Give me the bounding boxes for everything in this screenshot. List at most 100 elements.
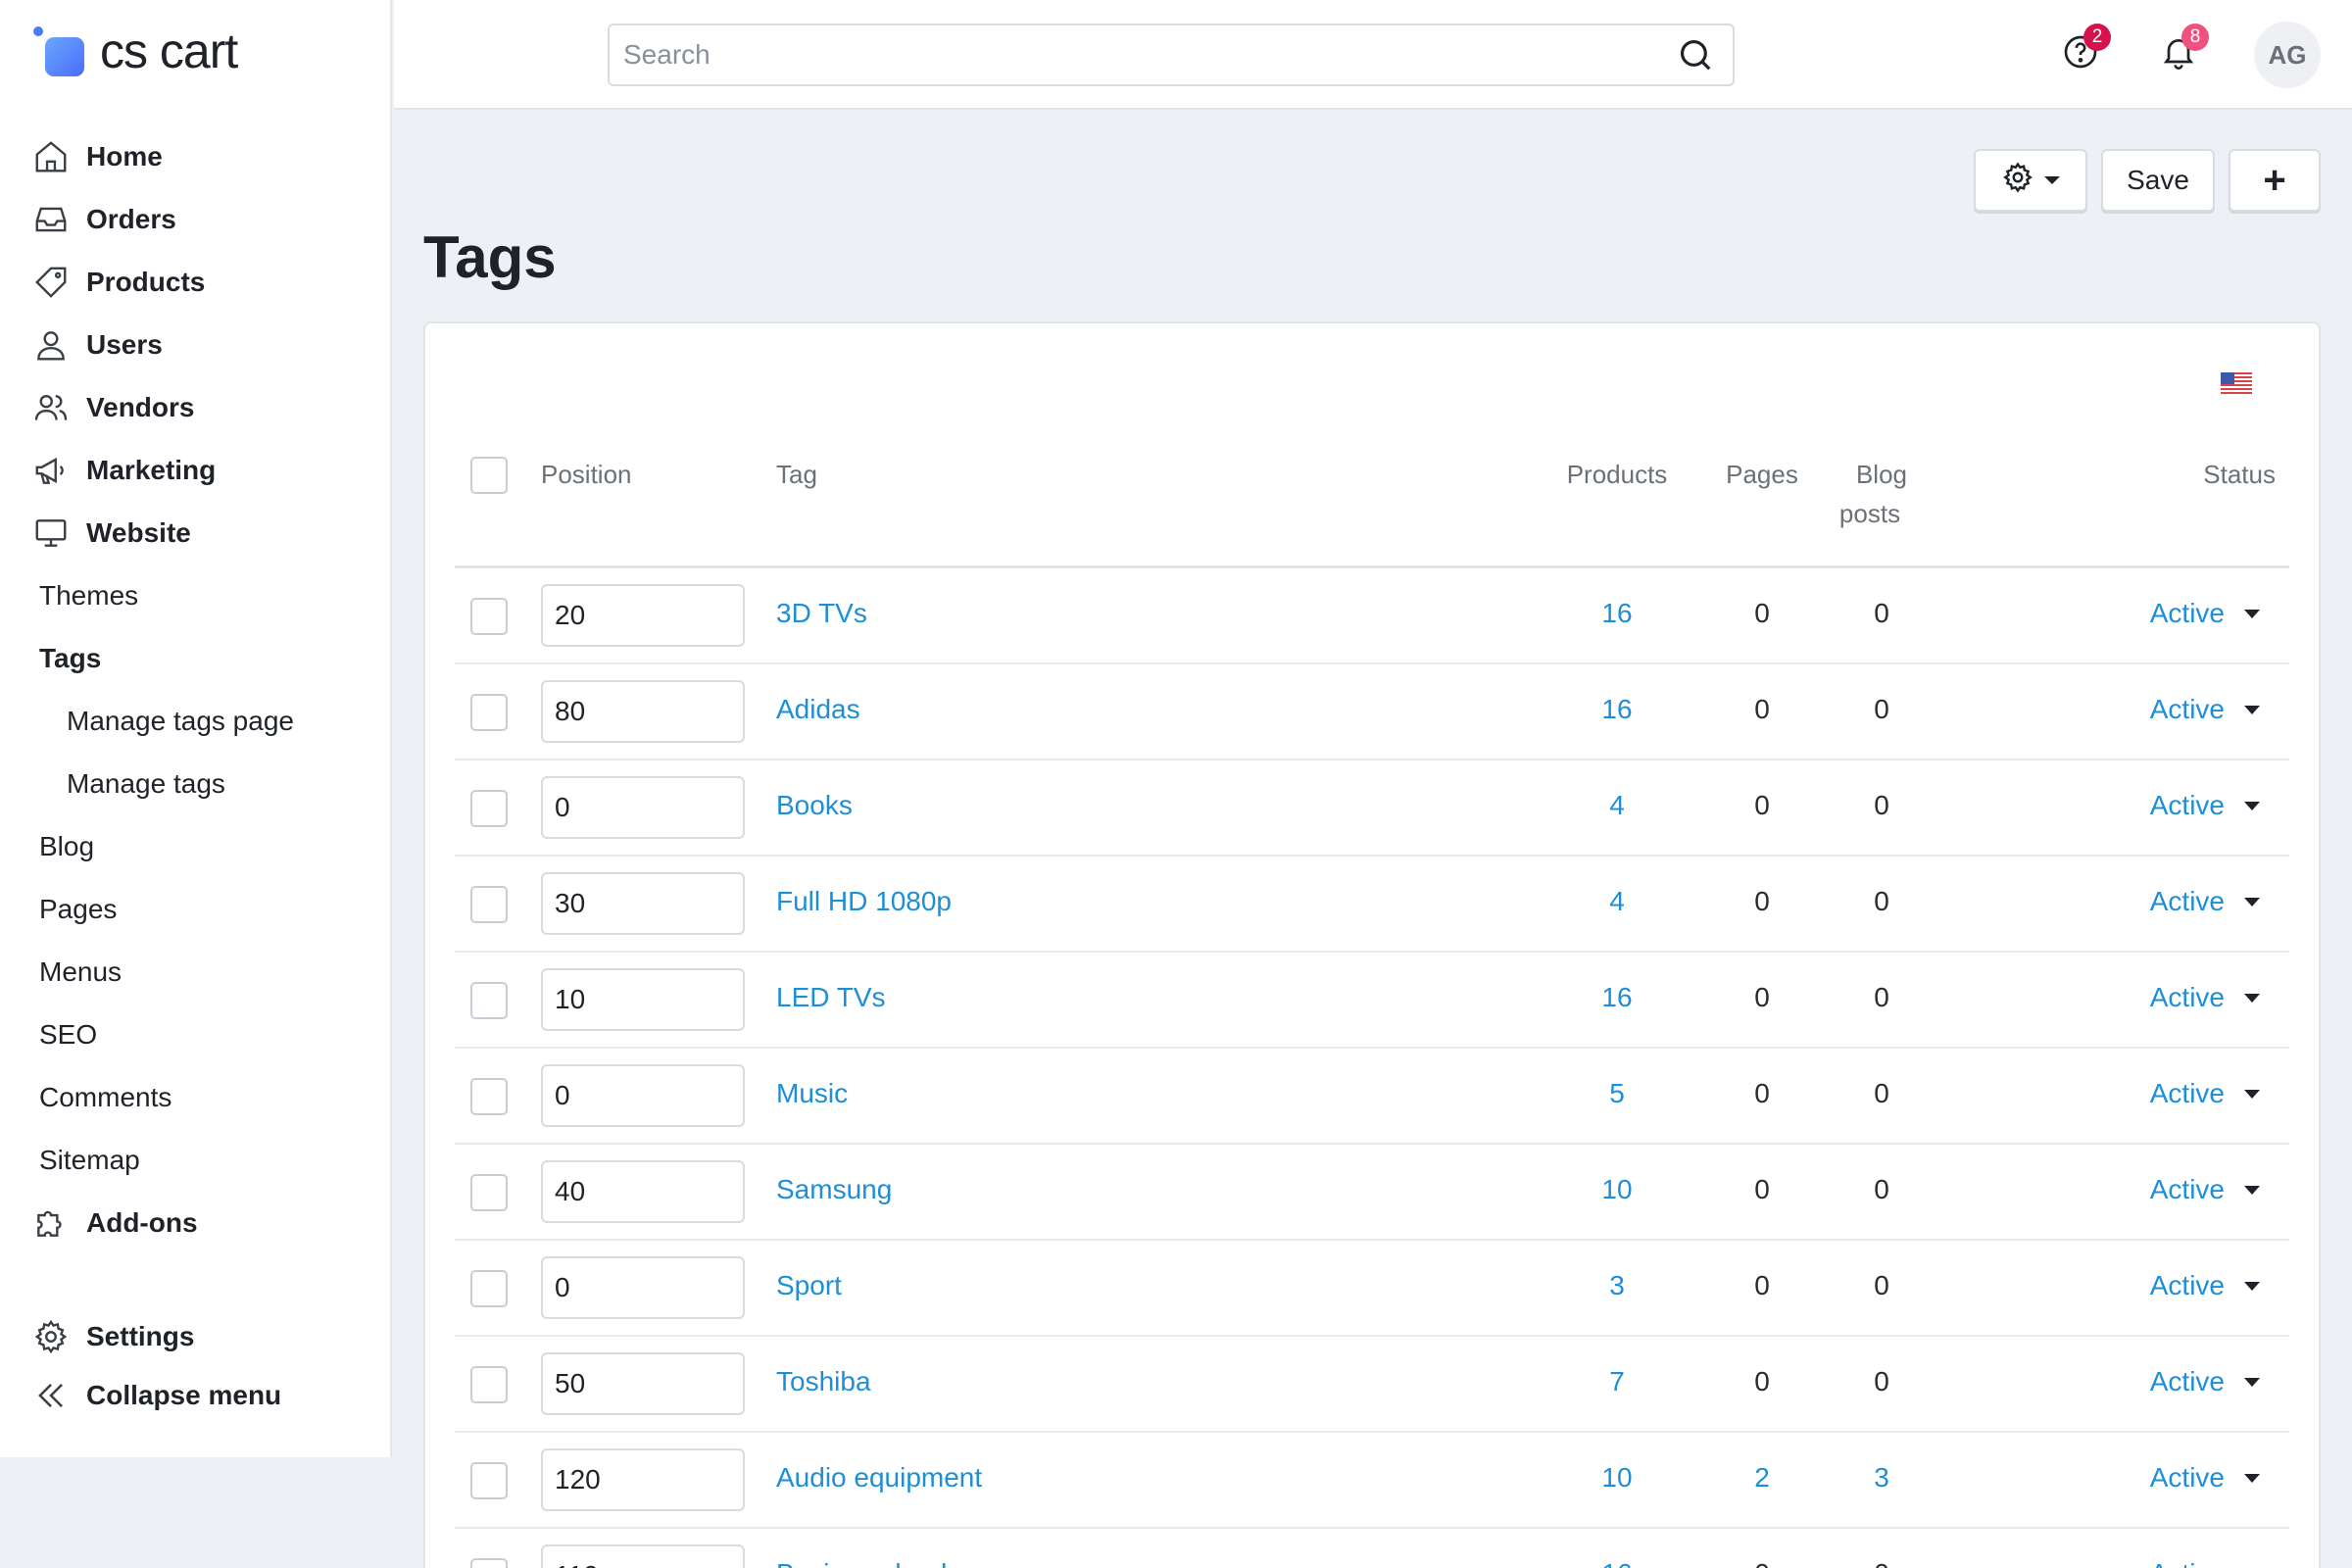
products-count[interactable]: 16 [1558,1558,1676,1568]
tag-link[interactable]: Music [776,1078,848,1109]
col-pages[interactable]: Pages [1703,455,1821,494]
us-flag-icon[interactable] [2221,372,2252,394]
row-checkbox[interactable] [470,1270,508,1307]
double-chevron-left-icon [31,1376,71,1415]
nav-item-manage-tags-page[interactable]: Manage tags page [0,690,392,753]
select-all-checkbox[interactable] [470,457,508,494]
table-row: 3D TVs 16 0 0 Active [455,568,2289,664]
nav-item-comments[interactable]: Comments [0,1066,392,1129]
row-checkbox[interactable] [470,1078,508,1115]
blog-posts-count[interactable]: 3 [1823,1462,1940,1494]
products-count[interactable]: 16 [1558,982,1676,1013]
status-dropdown[interactable]: Active [2150,1078,2260,1109]
status-dropdown[interactable]: Active [2150,1462,2260,1494]
nav-item-website[interactable]: Website [0,502,392,564]
position-input[interactable] [541,1064,745,1127]
collapse-menu-button[interactable]: Collapse menu [0,1366,392,1425]
tag-link[interactable]: LED TVs [776,982,886,1013]
tag-link[interactable]: Adidas [776,694,860,725]
caret-down-icon [2244,801,2260,810]
status-label: Active [2149,886,2225,916]
products-count[interactable]: 7 [1558,1366,1676,1397]
nav-item-sitemap[interactable]: Sitemap [0,1129,392,1192]
megaphone-icon [31,451,71,490]
position-input[interactable] [541,1448,745,1511]
row-checkbox[interactable] [470,598,508,635]
help-button[interactable]: 2 [2056,24,2111,78]
add-button[interactable]: + [2229,149,2321,212]
tag-link[interactable]: Business books [776,1558,968,1568]
nav-item-marketing[interactable]: Marketing [0,439,392,502]
status-label: Active [2149,1078,2225,1108]
save-button[interactable]: Save [2101,149,2215,212]
nav-item-menus[interactable]: Menus [0,941,392,1004]
notifications-button[interactable]: 8 [2154,24,2209,78]
position-input[interactable] [541,1256,745,1319]
nav-item-vendors[interactable]: Vendors [0,376,392,439]
col-status[interactable]: Status [2203,455,2276,494]
nav-item-pages[interactable]: Pages [0,878,392,941]
products-count[interactable]: 5 [1558,1078,1676,1109]
nav-item-addons[interactable]: Add-ons [0,1192,392,1254]
products-count[interactable]: 4 [1558,790,1676,821]
status-dropdown[interactable]: Active [2150,1366,2260,1397]
row-checkbox[interactable] [470,1558,508,1568]
status-dropdown[interactable]: Active [2150,1174,2260,1205]
nav-item-blog[interactable]: Blog [0,815,392,878]
products-count[interactable]: 16 [1558,598,1676,629]
products-count[interactable]: 3 [1558,1270,1676,1301]
tag-link[interactable]: Sport [776,1270,842,1301]
row-checkbox[interactable] [470,1174,508,1211]
nav-item-orders[interactable]: Orders [0,188,392,251]
nav-item-manage-tags[interactable]: Manage tags [0,753,392,815]
tag-link[interactable]: Audio equipment [776,1462,982,1494]
nav-item-themes[interactable]: Themes [0,564,392,627]
tag-link[interactable]: Books [776,790,853,821]
status-dropdown[interactable]: Active [2150,886,2260,917]
tag-link[interactable]: 3D TVs [776,598,867,629]
col-position[interactable]: Position [541,455,632,494]
status-dropdown[interactable]: Active [2150,982,2260,1013]
col-tag[interactable]: Tag [776,455,817,494]
position-input[interactable] [541,584,745,647]
nav-item-seo[interactable]: SEO [0,1004,392,1066]
row-checkbox[interactable] [470,1366,508,1403]
products-count[interactable]: 10 [1558,1174,1676,1205]
row-checkbox[interactable] [470,886,508,923]
nav-item-settings[interactable]: Settings [0,1307,392,1366]
nav-item-tags[interactable]: Tags [0,627,392,690]
position-input[interactable] [541,1160,745,1223]
position-input[interactable] [541,968,745,1031]
row-checkbox[interactable] [470,982,508,1019]
status-dropdown[interactable]: Active [2150,694,2260,725]
products-count[interactable]: 10 [1558,1462,1676,1494]
tag-link[interactable]: Toshiba [776,1366,871,1397]
avatar[interactable]: AG [2254,22,2321,88]
col-blog-posts-line1[interactable]: Blog [1823,455,1940,494]
tag-link[interactable]: Samsung [776,1174,892,1205]
position-input[interactable] [541,680,745,743]
status-dropdown[interactable]: Active [2150,790,2260,821]
position-input[interactable] [541,1544,745,1568]
search-input[interactable] [623,39,1664,71]
logo[interactable]: cs cart [33,22,238,80]
settings-dropdown-button[interactable] [1974,149,2087,212]
products-count[interactable]: 16 [1558,694,1676,725]
status-dropdown[interactable]: Active [2150,1558,2260,1568]
position-input[interactable] [541,1352,745,1415]
status-dropdown[interactable]: Active [2150,1270,2260,1301]
position-input[interactable] [541,872,745,935]
nav-item-home[interactable]: Home [0,125,392,188]
col-products[interactable]: Products [1558,455,1676,494]
products-count[interactable]: 4 [1558,886,1676,917]
nav-item-products[interactable]: Products [0,251,392,314]
search-icon[interactable] [1664,25,1727,84]
pages-count[interactable]: 2 [1703,1462,1821,1494]
row-checkbox[interactable] [470,790,508,827]
status-dropdown[interactable]: Active [2150,598,2260,629]
position-input[interactable] [541,776,745,839]
row-checkbox[interactable] [470,694,508,731]
row-checkbox[interactable] [470,1462,508,1499]
tag-link[interactable]: Full HD 1080p [776,886,952,917]
nav-item-users[interactable]: Users [0,314,392,376]
